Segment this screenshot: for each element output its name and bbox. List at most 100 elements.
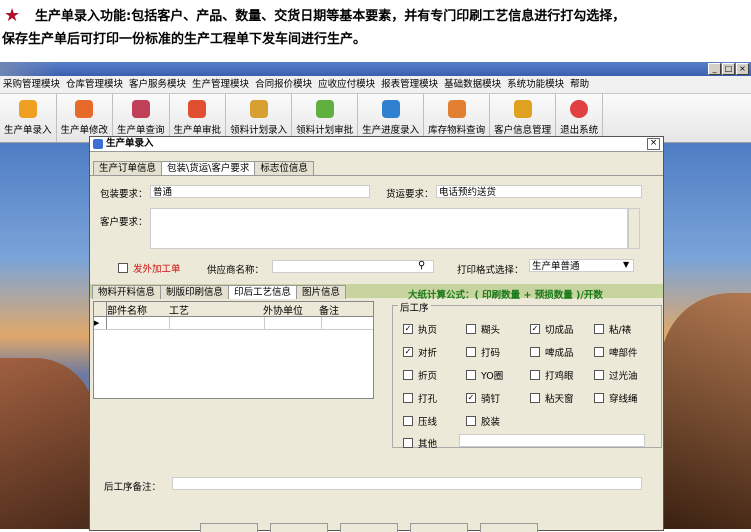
toolbar-material-plan-approve-button[interactable]: 领料计划审批: [292, 94, 359, 142]
menu-purchase[interactable]: 采购管理模块: [0, 76, 63, 93]
toolbar-order-entry-button[interactable]: 生产单录入: [0, 94, 57, 142]
post-option-1[interactable]: 糊头: [466, 322, 500, 336]
dialog-app-icon: [93, 139, 103, 149]
post-option-11[interactable]: 过光油: [594, 368, 638, 382]
caption-line-2: 保存生产单后可打印一份标准的生产工程单下发车间进行生产。: [2, 32, 367, 47]
order-entry-icon: [18, 100, 37, 118]
post-option-18[interactable]: 其他: [403, 436, 437, 450]
background-rock-right: [661, 293, 751, 529]
subtab-material-cutting[interactable]: 物料开料信息: [92, 285, 162, 299]
post-option-12[interactable]: 打孔: [403, 391, 437, 405]
sub-tabs: 物料开料信息 制版印刷信息 印后工艺信息 图片信息: [92, 285, 347, 299]
toolbar-exit-button[interactable]: 退出系统: [556, 94, 604, 142]
outsource-checkbox-box[interactable]: [118, 263, 128, 273]
subtab-plate-printing[interactable]: 制版印刷信息: [160, 285, 230, 299]
post-option-9[interactable]: YO圈: [466, 368, 503, 382]
menu-system[interactable]: 系统功能模块: [504, 76, 567, 93]
menu-help[interactable]: 帮助: [567, 76, 592, 93]
order-edit-icon: [75, 100, 94, 118]
post-option-6[interactable]: 啤成品: [530, 345, 574, 359]
order-query-icon: [131, 100, 150, 118]
maximize-button[interactable]: □: [722, 63, 735, 75]
other-process-field[interactable]: [459, 434, 645, 447]
tab-packaging[interactable]: 包装\货运\客户要求: [161, 161, 256, 175]
shipping-label: 货运要求：: [386, 189, 434, 200]
supplier-field[interactable]: [272, 260, 434, 273]
subtab-images[interactable]: 图片信息: [296, 285, 347, 299]
packaging-field[interactable]: 普通: [150, 185, 370, 198]
search-icon[interactable]: ⚲: [418, 260, 425, 271]
footer-button-4[interactable]: [410, 523, 468, 532]
footer-button-2[interactable]: [270, 523, 328, 532]
main-tabs: 生产订单信息 包装\货运\客户要求 标志位信息: [93, 161, 314, 175]
post-option-4[interactable]: ✓ 对折: [403, 345, 437, 359]
title-bar: _ □ ×: [0, 62, 751, 76]
dialog-footer-buttons: [200, 523, 538, 532]
post-option-10[interactable]: 打鸡眼: [530, 368, 574, 382]
post-option-7[interactable]: 啤部件: [594, 345, 638, 359]
print-format-label: 打印格式选择：: [457, 265, 524, 276]
post-process-group: 后工序 ✓ 执页 糊头 ✓ 切成品 粘/裱 ✓ 对折 打码 啤成品 啤部件 折页 YO…: [392, 300, 662, 450]
row-pointer-icon: ▶: [94, 317, 107, 329]
parts-grid[interactable]: 部件名称 工艺 外协单位 备注 ▶: [93, 301, 374, 399]
menu-production[interactable]: 生产管理模块: [189, 76, 252, 93]
print-format-select[interactable]: 生产单普通: [529, 259, 634, 272]
customer-req-scrollbar[interactable]: [628, 208, 640, 249]
background-rock-left: [0, 358, 95, 529]
minimize-button[interactable]: _: [708, 63, 721, 75]
menu-warehouse[interactable]: 仓库管理模块: [63, 76, 126, 93]
toolbar-progress-entry-button[interactable]: 生产进度录入: [358, 94, 425, 142]
dialog-title: 生产单录入: [106, 138, 154, 149]
tab-divider: [90, 175, 663, 176]
tab-flags[interactable]: 标志位信息: [254, 161, 314, 175]
outsource-checkbox[interactable]: 发外加工单: [118, 261, 181, 275]
footer-button-3[interactable]: [340, 523, 398, 532]
post-option-3[interactable]: 粘/裱: [594, 322, 631, 336]
close-button[interactable]: ×: [736, 63, 749, 75]
order-approve-icon: [188, 100, 207, 118]
toolbar-customer-info-button[interactable]: 客户信息管理: [490, 94, 557, 142]
customer-req-textarea[interactable]: [150, 208, 628, 249]
footer-button-5[interactable]: [480, 523, 538, 532]
packaging-label: 包装要求：: [100, 189, 148, 200]
post-remark-field[interactable]: [172, 477, 642, 490]
chevron-down-icon[interactable]: ▼: [623, 260, 629, 269]
subtab-post-press[interactable]: 印后工艺信息: [228, 285, 298, 299]
table-row[interactable]: ▶: [94, 317, 373, 330]
post-option-14[interactable]: 粘天窗: [530, 391, 574, 405]
dialog-title-bar: 生产单录入 ×: [90, 137, 663, 152]
menu-reports[interactable]: 报表管理模块: [378, 76, 441, 93]
shipping-field[interactable]: 电话预约送货: [436, 185, 642, 198]
toolbar-material-plan-entry-button[interactable]: 领料计划录入: [226, 94, 293, 142]
post-option-17[interactable]: 胶装: [466, 414, 500, 428]
post-option-2[interactable]: ✓ 切成品: [530, 322, 574, 336]
toolbar-order-edit-button[interactable]: 生产单修改: [57, 94, 114, 142]
toolbar-stock-query-button[interactable]: 库存物料查询: [424, 94, 491, 142]
menu-base-data[interactable]: 基础数据模块: [441, 76, 504, 93]
menu-receivable[interactable]: 应收应付模块: [315, 76, 378, 93]
post-option-8[interactable]: 折页: [403, 368, 437, 382]
post-option-15[interactable]: 穿线绳: [594, 391, 638, 405]
dialog-close-button[interactable]: ×: [647, 138, 660, 150]
exit-icon: [570, 100, 589, 118]
post-remark-label: 后工序备注：: [104, 482, 162, 493]
toolbar-order-approve-button[interactable]: 生产单审批: [170, 94, 227, 142]
post-process-group-title: 后工序: [398, 300, 431, 314]
title-bar-logo: [0, 62, 60, 76]
footer-button-1[interactable]: [200, 523, 258, 532]
post-option-5[interactable]: 打码: [466, 345, 500, 359]
tab-order-info[interactable]: 生产订单信息: [93, 161, 163, 175]
menu-customer-service[interactable]: 客户服务模块: [126, 76, 189, 93]
post-option-13[interactable]: ✓ 骑钉: [466, 391, 500, 405]
toolbar-order-query-button[interactable]: 生产单查询: [113, 94, 170, 142]
order-entry-dialog: 生产单录入 × 生产订单信息 包装\货运\客户要求 标志位信息 包装要求： 普通…: [89, 136, 664, 532]
post-option-0[interactable]: ✓ 执页: [403, 322, 437, 336]
stock-query-icon: [447, 100, 466, 118]
post-option-16[interactable]: 压线: [403, 414, 437, 428]
menu-contract[interactable]: 合同报价模块: [252, 76, 315, 93]
progress-entry-icon: [381, 100, 400, 118]
material-plan-entry-icon: [249, 100, 268, 118]
grid-header-vendor: 外协单位: [263, 306, 303, 317]
grid-header-part-name: 部件名称: [107, 306, 147, 317]
customer-req-label: 客户要求：: [100, 217, 148, 228]
